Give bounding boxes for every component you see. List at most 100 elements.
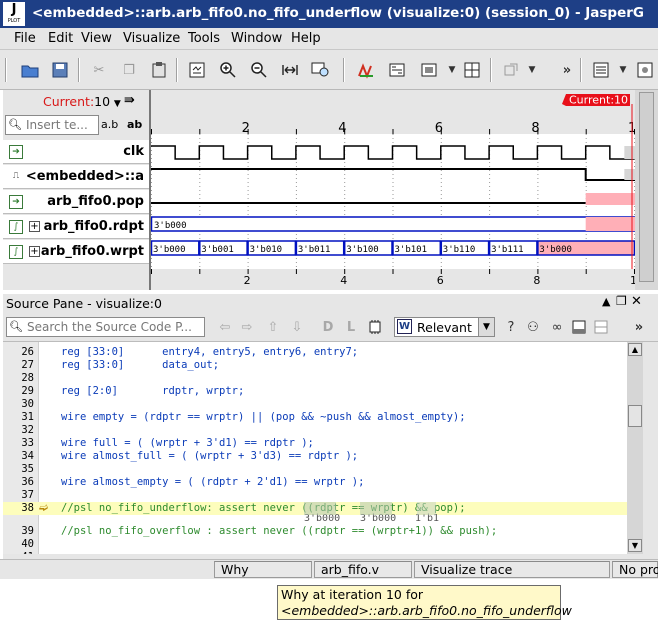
signal-row-rdptr[interactable]: ∫ + arb_fifo0.rdpt	[3, 215, 149, 239]
current-indicator[interactable]: Current:10 ▼	[43, 94, 121, 109]
settings-icon[interactable]	[634, 60, 656, 80]
menu-window[interactable]: Window	[231, 31, 282, 46]
rdptr-value: 3'b000	[154, 221, 187, 231]
menu-visualize[interactable]: Visualize	[123, 31, 180, 46]
insert-signal-input[interactable]: 🔍︎ Insert te...	[5, 115, 99, 135]
variable-highlight[interactable]	[304, 502, 336, 515]
code-line[interactable]: 35	[3, 463, 627, 476]
grid-icon[interactable]	[590, 317, 612, 337]
window-title: <embedded>::arb.arb_fifo0.no_fifo_underf…	[32, 5, 644, 21]
scroll-up-icon[interactable]: ▲	[628, 343, 642, 356]
code-line[interactable]: 36 wire almost_empty = ( (rdptr + 2'd1) =…	[3, 476, 627, 489]
code-line[interactable]: 29 reg [2:0] rdptr, wrptr;	[3, 385, 627, 398]
code-line[interactable]: 31 wire empty = (rdptr == wrptr) || (pop …	[3, 411, 627, 424]
arrow-down-icon[interactable]: ⇩	[286, 317, 308, 337]
bus-icon[interactable]	[386, 60, 408, 80]
signal-name: clk	[123, 144, 144, 159]
menu-edit[interactable]: Edit	[48, 31, 73, 46]
line-number: 36	[21, 476, 34, 488]
scroll-track[interactable]	[639, 92, 654, 282]
dropdown-icon[interactable]: ▼	[521, 60, 543, 80]
zoom-find-icon[interactable]	[310, 60, 332, 80]
waveform-view[interactable]: 2468102468103'b0003'b0003'b0013'b0103'b0…	[149, 90, 645, 290]
code-line[interactable]: 33 wire full = ( (wrptr + 3'd1) == rdptr …	[3, 437, 627, 450]
source-vertical-scrollbar[interactable]: ▲ ▼	[627, 342, 643, 554]
whole-word-toggle[interactable]: ab	[127, 118, 142, 131]
signal-row-clk[interactable]: ➔ clk	[3, 140, 149, 164]
code-line[interactable]: 27 reg [33:0] data_out;	[3, 359, 627, 372]
status-file[interactable]: arb_fifo.v	[314, 561, 412, 578]
source-search-input[interactable]: 🔍︎ Search the Source Code P...	[6, 317, 205, 337]
code-line[interactable]: 40	[3, 538, 627, 551]
bus-options-icon[interactable]	[418, 60, 440, 80]
chevron-down-icon[interactable]: ▼	[478, 318, 494, 336]
source-code-editor[interactable]: 26 reg [33:0] entry4, entry5, entry6, ent…	[3, 342, 627, 554]
code-line[interactable]: 26 reg [33:0] entry4, entry5, entry6, ent…	[3, 346, 627, 359]
line-number: 30	[21, 398, 34, 410]
scroll-thumb[interactable]	[628, 405, 642, 427]
variable-highlight[interactable]	[360, 502, 392, 515]
collapse-up-icon[interactable]: ▲	[602, 295, 610, 308]
code-line[interactable]: 28	[3, 372, 627, 385]
code-line[interactable]: 37	[3, 489, 627, 502]
expand-right-icon[interactable]: ⇛	[124, 93, 135, 108]
status-why[interactable]: Why	[214, 561, 312, 578]
expand-icon[interactable]: +	[29, 221, 40, 232]
zoom-range-icon[interactable]	[279, 60, 301, 80]
more-icon[interactable]: »	[556, 60, 578, 80]
cut-icon[interactable]: ✂	[88, 60, 110, 80]
compare-icon[interactable]	[461, 60, 483, 80]
chevron-down-icon[interactable]: ▼	[114, 99, 121, 109]
chip-icon[interactable]	[364, 317, 386, 337]
arrow-left-icon[interactable]: ⇦	[214, 317, 236, 337]
scroll-down-icon[interactable]: ▼	[628, 539, 642, 552]
relevance-filter-select[interactable]: W Relevant ▼	[394, 317, 495, 337]
waveform-vertical-scrollbar[interactable]	[635, 90, 658, 290]
cursor-label: Current:10	[569, 94, 628, 107]
signal-row-wrptr[interactable]: ∫ + arb_fifo0.wrpt	[3, 240, 149, 264]
restore-icon[interactable]: ❐	[616, 294, 627, 308]
zoom-fit-icon[interactable]	[186, 60, 208, 80]
zoom-out-icon[interactable]	[248, 60, 270, 80]
people-icon[interactable]: ⚇	[522, 317, 544, 337]
menu-tools[interactable]: Tools	[188, 31, 220, 46]
more-icon[interactable]: »	[628, 317, 650, 337]
save-icon[interactable]	[49, 60, 71, 80]
copy-icon[interactable]: ❐	[118, 60, 140, 80]
table-icon[interactable]	[568, 317, 590, 337]
code-line[interactable]: 39 //psl no_fifo_overflow : assert never …	[3, 525, 627, 538]
status-project[interactable]: No pro	[612, 561, 658, 578]
help-icon[interactable]: ?	[500, 317, 522, 337]
status-visualize-trace[interactable]: Visualize trace	[414, 561, 610, 578]
menu-file[interactable]: File	[14, 31, 36, 46]
arrow-up-icon[interactable]: ⇧	[262, 317, 284, 337]
signal-row-pop[interactable]: ➔ arb_fifo0.pop	[3, 190, 149, 214]
close-icon[interactable]: ✕	[631, 294, 642, 309]
menu-bar: File Edit View Visualize Tools Window He…	[0, 28, 658, 50]
dropdown-icon[interactable]: ▼	[612, 60, 634, 80]
menu-view[interactable]: View	[81, 31, 112, 46]
open-icon[interactable]	[19, 60, 41, 80]
signal-color-icon[interactable]	[355, 60, 377, 80]
step-icon[interactable]	[500, 60, 522, 80]
code-line[interactable]: 32	[3, 424, 627, 437]
wrptr-value: 3'b000	[539, 245, 572, 255]
pop-high-pink	[585, 193, 635, 205]
match-case-toggle[interactable]: a.b	[101, 118, 118, 131]
signal-row-property[interactable]: ⎍ <embedded>::a	[3, 165, 149, 189]
waveform-canvas[interactable]: 2468102468103'b0003'b0003'b0013'b0103'b0…	[150, 90, 645, 290]
variable-highlight[interactable]	[417, 502, 436, 515]
expand-icon[interactable]: +	[29, 246, 40, 257]
dropdown-icon[interactable]: ▼	[441, 60, 463, 80]
load-icon[interactable]: L	[340, 317, 362, 337]
paste-icon[interactable]	[148, 60, 170, 80]
zoom-in-icon[interactable]	[217, 60, 239, 80]
code-line[interactable]: 34 wire almost_full = ( (wrptr + 3'd3) ==…	[3, 450, 627, 463]
code-line[interactable]: 30	[3, 398, 627, 411]
menu-help[interactable]: Help	[291, 31, 321, 46]
toolbar-separator	[176, 58, 178, 82]
binoculars-icon[interactable]: ∞	[546, 317, 568, 337]
arrow-right-icon[interactable]: ⇨	[236, 317, 258, 337]
driver-icon[interactable]: D	[317, 317, 339, 337]
view-icon[interactable]	[590, 60, 612, 80]
